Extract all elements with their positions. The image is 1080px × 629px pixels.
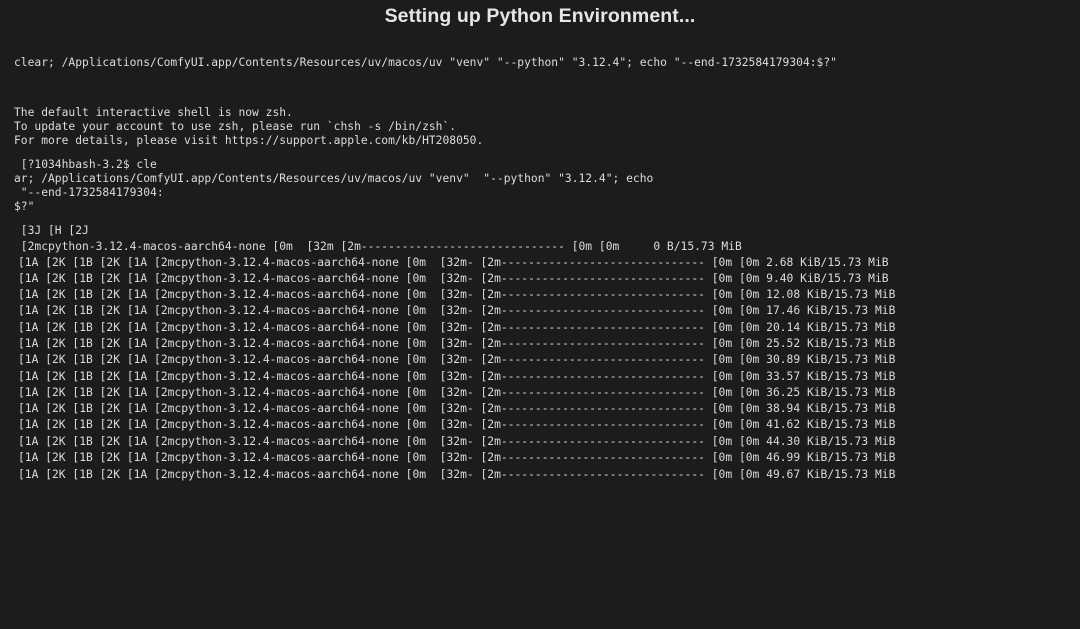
progress-line: [2mcpython-3.12.4-macos-aarch64-none [0m… (14, 240, 742, 253)
progress-line: [1A [2K [1B [2K [1A [2mcpython-3.12.4-ma… (18, 337, 896, 350)
prompt-line: $?" (14, 200, 35, 213)
progress-line: [1A [2K [1B [2K [1A [2mcpython-3.12.4-ma… (18, 304, 896, 317)
command-line: clear; /Applications/ComfyUI.app/Content… (14, 56, 837, 69)
prompt-line: "--end-1732584179304: (14, 186, 164, 199)
progress-line: [1A [2K [1B [2K [1A [2mcpython-3.12.4-ma… (18, 435, 896, 448)
progress-line: [1A [2K [1B [2K [1A [2mcpython-3.12.4-ma… (18, 451, 896, 464)
progress-line: [1A [2K [1B [2K [1A [2mcpython-3.12.4-ma… (18, 288, 896, 301)
progress-line: [1A [2K [1B [2K [1A [2mcpython-3.12.4-ma… (18, 256, 889, 269)
notice-line: For more details, please visit https://s… (14, 134, 484, 147)
progress-line: [1A [2K [1B [2K [1A [2mcpython-3.12.4-ma… (18, 386, 896, 399)
progress-line: [1A [2K [1B [2K [1A [2mcpython-3.12.4-ma… (18, 272, 889, 285)
prompt-line: [?1034hbash-3.2$ cle (14, 158, 157, 171)
progress-line: [1A [2K [1B [2K [1A [2mcpython-3.12.4-ma… (18, 402, 896, 415)
progress-line: [1A [2K [1B [2K [1A [2mcpython-3.12.4-ma… (18, 468, 896, 481)
notice-line: To update your account to use zsh, pleas… (14, 120, 457, 133)
notice-line: The default interactive shell is now zsh… (14, 106, 293, 119)
terminal-output[interactable]: clear; /Applications/ComfyUI.app/Content… (0, 24, 1080, 629)
progress-line: [1A [2K [1B [2K [1A [2mcpython-3.12.4-ma… (18, 353, 896, 366)
progress-line: [1A [2K [1B [2K [1A [2mcpython-3.12.4-ma… (18, 321, 896, 334)
progress-line: [1A [2K [1B [2K [1A [2mcpython-3.12.4-ma… (18, 370, 896, 383)
progress-line: [1A [2K [1B [2K [1A [2mcpython-3.12.4-ma… (18, 418, 896, 431)
clear-sequence: [3J [H [2J (14, 224, 89, 237)
prompt-line: ar; /Applications/ComfyUI.app/Contents/R… (14, 172, 654, 185)
